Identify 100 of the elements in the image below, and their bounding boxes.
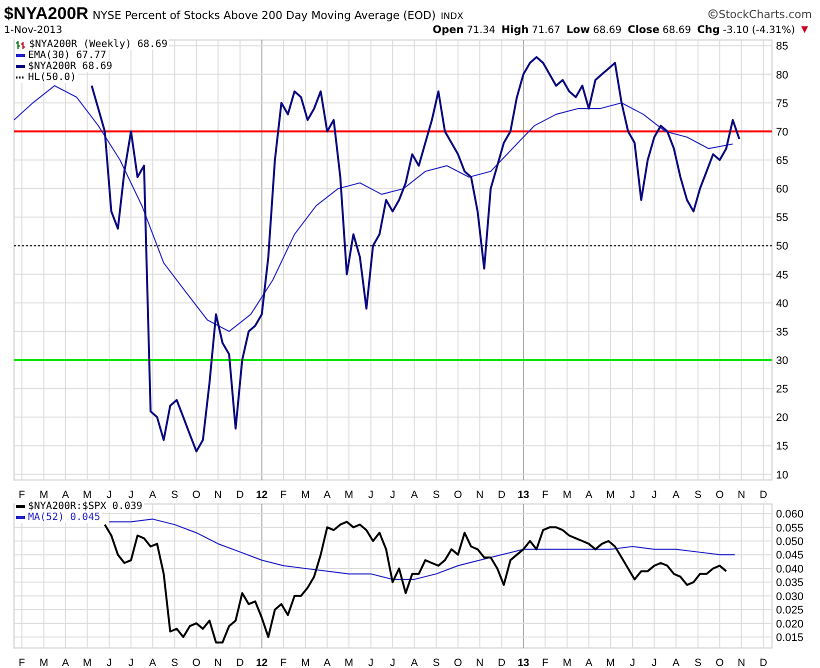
axis-label: 12 <box>256 489 268 498</box>
axis-label: F <box>542 489 548 498</box>
axis-label: 0.025 <box>776 604 804 617</box>
axis-label: 30 <box>776 355 788 367</box>
axis-label: A <box>585 489 592 498</box>
axis-label: 0.040 <box>776 563 804 576</box>
axis-label: D <box>236 657 244 668</box>
legend-label: HL(50.0) <box>28 72 76 83</box>
axis-label: 0.020 <box>776 618 804 630</box>
axis-label: N <box>214 489 222 498</box>
axis-label: J <box>390 657 396 668</box>
axis-label: 0.015 <box>776 632 804 644</box>
axis-label: F <box>280 489 287 498</box>
axis-label: J <box>630 489 636 498</box>
axis-label: S <box>694 489 702 498</box>
axis-label: 80 <box>776 69 788 82</box>
legend-label: MA(52) 0.045 <box>28 512 100 523</box>
axis-label: D <box>236 489 244 498</box>
axis-label: M <box>39 657 48 668</box>
axis-label: D <box>760 489 768 498</box>
axis-label: A <box>585 657 592 668</box>
symbol-title: $NYA200R <box>4 4 88 24</box>
chart-title: NYSE Percent of Stocks Above 200 Day Moving Average (EOD) <box>92 9 436 22</box>
axis-label: F <box>18 489 26 498</box>
axis-label: O <box>192 489 200 498</box>
axis-label: 55 <box>776 212 788 224</box>
axis-label: J <box>106 657 112 668</box>
axis-label: F <box>18 657 26 668</box>
axis-label: O <box>454 657 462 668</box>
axis-label: M <box>344 489 354 498</box>
axis-label: 13 <box>518 489 530 498</box>
legend-label: EMA(30) 67.77 <box>28 50 106 61</box>
axis-label: S <box>432 489 440 498</box>
change-arrow: ▼ <box>801 25 808 35</box>
axis-label: F <box>542 657 548 668</box>
axis-label: M <box>82 657 92 668</box>
axis-label: J <box>128 657 134 668</box>
axis-label: 50 <box>776 240 788 253</box>
axis-label: A <box>324 489 331 498</box>
quote-label: Open <box>432 24 464 36</box>
axis-label: M <box>82 489 92 498</box>
axis-label: O <box>716 657 724 668</box>
axis-label: O <box>192 657 200 668</box>
axis-label: A <box>62 489 70 498</box>
axis-label: J <box>652 489 657 498</box>
legend-label: $NYA200R:$SPX 0.039 <box>28 501 142 512</box>
axis-label: A <box>672 657 680 668</box>
axis-label: S <box>171 657 178 668</box>
axis-label: D <box>498 657 506 668</box>
axis-label: M <box>606 657 615 668</box>
axis-label: 70 <box>776 126 788 138</box>
axis-label: J <box>390 489 396 498</box>
axis-label: 60 <box>776 184 788 196</box>
axis-label: 0.035 <box>776 577 804 590</box>
date-label: 1-Nov-2013 <box>4 24 62 36</box>
axis-label: A <box>149 489 156 498</box>
quote-value: 71.34 <box>466 25 496 36</box>
axis-label: 25 <box>776 384 788 396</box>
axis-label: O <box>716 489 724 498</box>
axis-label: S <box>694 657 702 668</box>
axis-label: A <box>672 489 680 498</box>
axis-label: J <box>630 657 636 668</box>
axis-label: F <box>280 657 287 668</box>
axis-label: 0.030 <box>776 590 804 603</box>
axis-label: D <box>498 489 506 498</box>
axis-label: N <box>476 489 484 498</box>
axis-label: 13 <box>518 657 530 668</box>
axis-label: A <box>62 657 70 668</box>
axis-label: N <box>214 657 222 668</box>
axis-label: J <box>652 657 657 668</box>
copyright-icon <box>708 9 718 19</box>
axis-label: 20 <box>776 412 788 424</box>
axis-label: 15 <box>776 440 788 453</box>
axis-label: J <box>106 489 112 498</box>
axis-label: O <box>454 489 462 498</box>
axis-label: S <box>171 489 178 498</box>
axis-label: S <box>432 657 440 668</box>
axis-label: M <box>39 489 48 498</box>
quote-value: 71.67 <box>532 25 560 36</box>
axis-label: 10 <box>776 469 788 482</box>
axis-label: 12 <box>256 657 268 668</box>
axis-label: A <box>149 657 156 668</box>
legend-label: $NYA200R (Weekly) 68.69 <box>29 39 168 50</box>
brand-label: StockCharts.com <box>718 8 812 20</box>
axis-label: M <box>562 657 572 668</box>
axis-label: M <box>344 657 354 668</box>
axis-label: 40 <box>776 298 788 310</box>
quote-label: Chg <box>697 24 720 36</box>
quote-value: 68.69 <box>662 25 692 36</box>
quote-value: -3.10 (-4.31%) <box>722 25 796 36</box>
axis-label: J <box>128 489 134 498</box>
axis-label: 0.055 <box>776 522 804 534</box>
axis-label: D <box>760 657 768 668</box>
axis-label: 0.060 <box>776 508 804 521</box>
axis-label: N <box>738 657 746 668</box>
bar-chart-icon <box>16 40 26 50</box>
quote-label: High <box>501 24 529 36</box>
axis-label: N <box>738 489 746 498</box>
axis-label: A <box>324 657 331 668</box>
quote-label: Low <box>566 24 590 36</box>
